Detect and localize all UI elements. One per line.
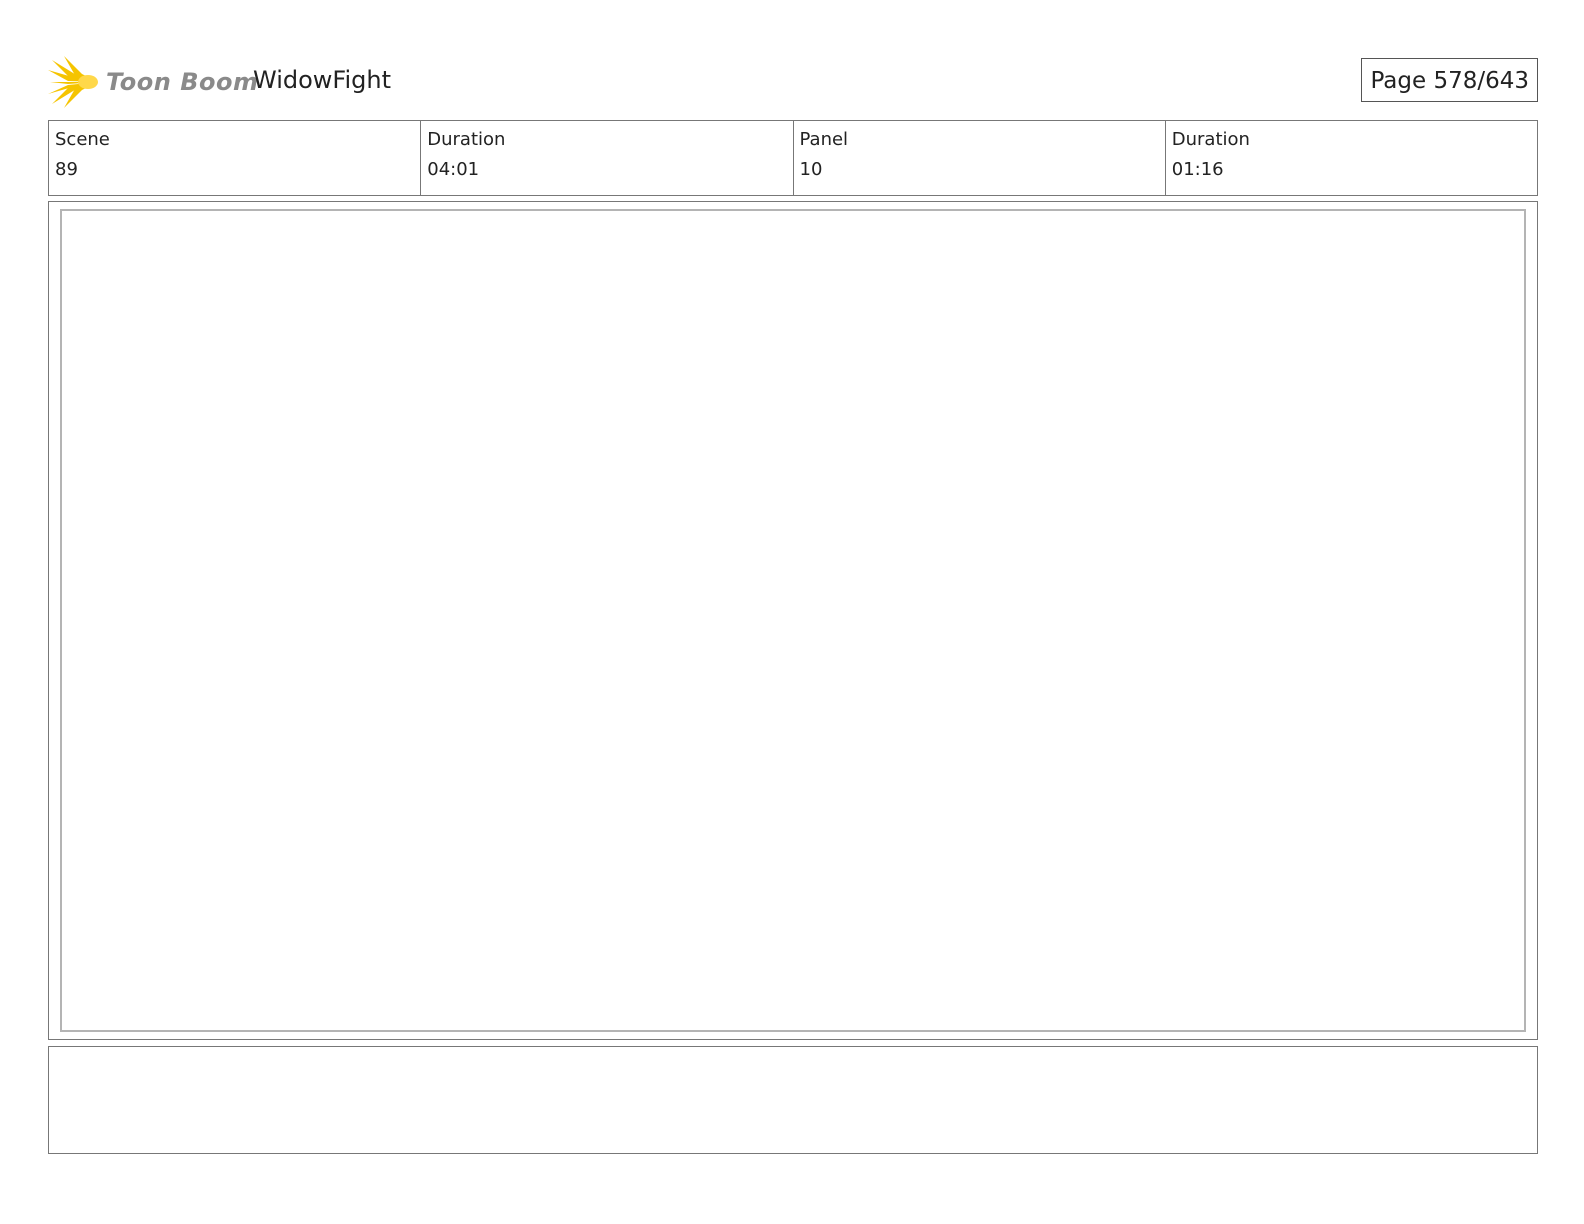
panel-notes-box: [48, 1046, 1538, 1154]
project-title: WidowFight: [253, 66, 391, 94]
scene-duration-cell: Duration 04:01: [421, 121, 794, 195]
starburst-icon: [48, 56, 98, 108]
logo-wordmark: Toon Boom: [106, 68, 259, 96]
panel-cell: Panel 10: [794, 121, 1166, 195]
page-header: Toon Boom WidowFight Page 578/643: [48, 56, 1538, 108]
scene-duration-value: 04:01: [427, 159, 480, 180]
scene-value: 89: [55, 159, 78, 180]
scene-label: Scene: [55, 129, 110, 150]
panel-duration-value: 01:16: [1171, 159, 1224, 180]
panel-duration-label: Duration: [1171, 129, 1250, 150]
scene-duration-label: Duration: [427, 129, 506, 150]
panel-duration-cell: Duration 01:16: [1166, 121, 1537, 195]
panel-value: 10: [799, 159, 823, 180]
panel-label: Panel: [799, 129, 849, 150]
scene-cell: Scene 89: [49, 121, 422, 195]
scene-info-table: Scene 89 Duration 04:01 Panel 10 Duratio…: [48, 120, 1538, 196]
storyboard-panel-frame: [48, 201, 1538, 1040]
storyboard-panel-image: [60, 209, 1526, 1032]
page-number: Page 578/643: [1361, 58, 1538, 102]
toon-boom-logo: Toon Boom: [48, 56, 258, 108]
